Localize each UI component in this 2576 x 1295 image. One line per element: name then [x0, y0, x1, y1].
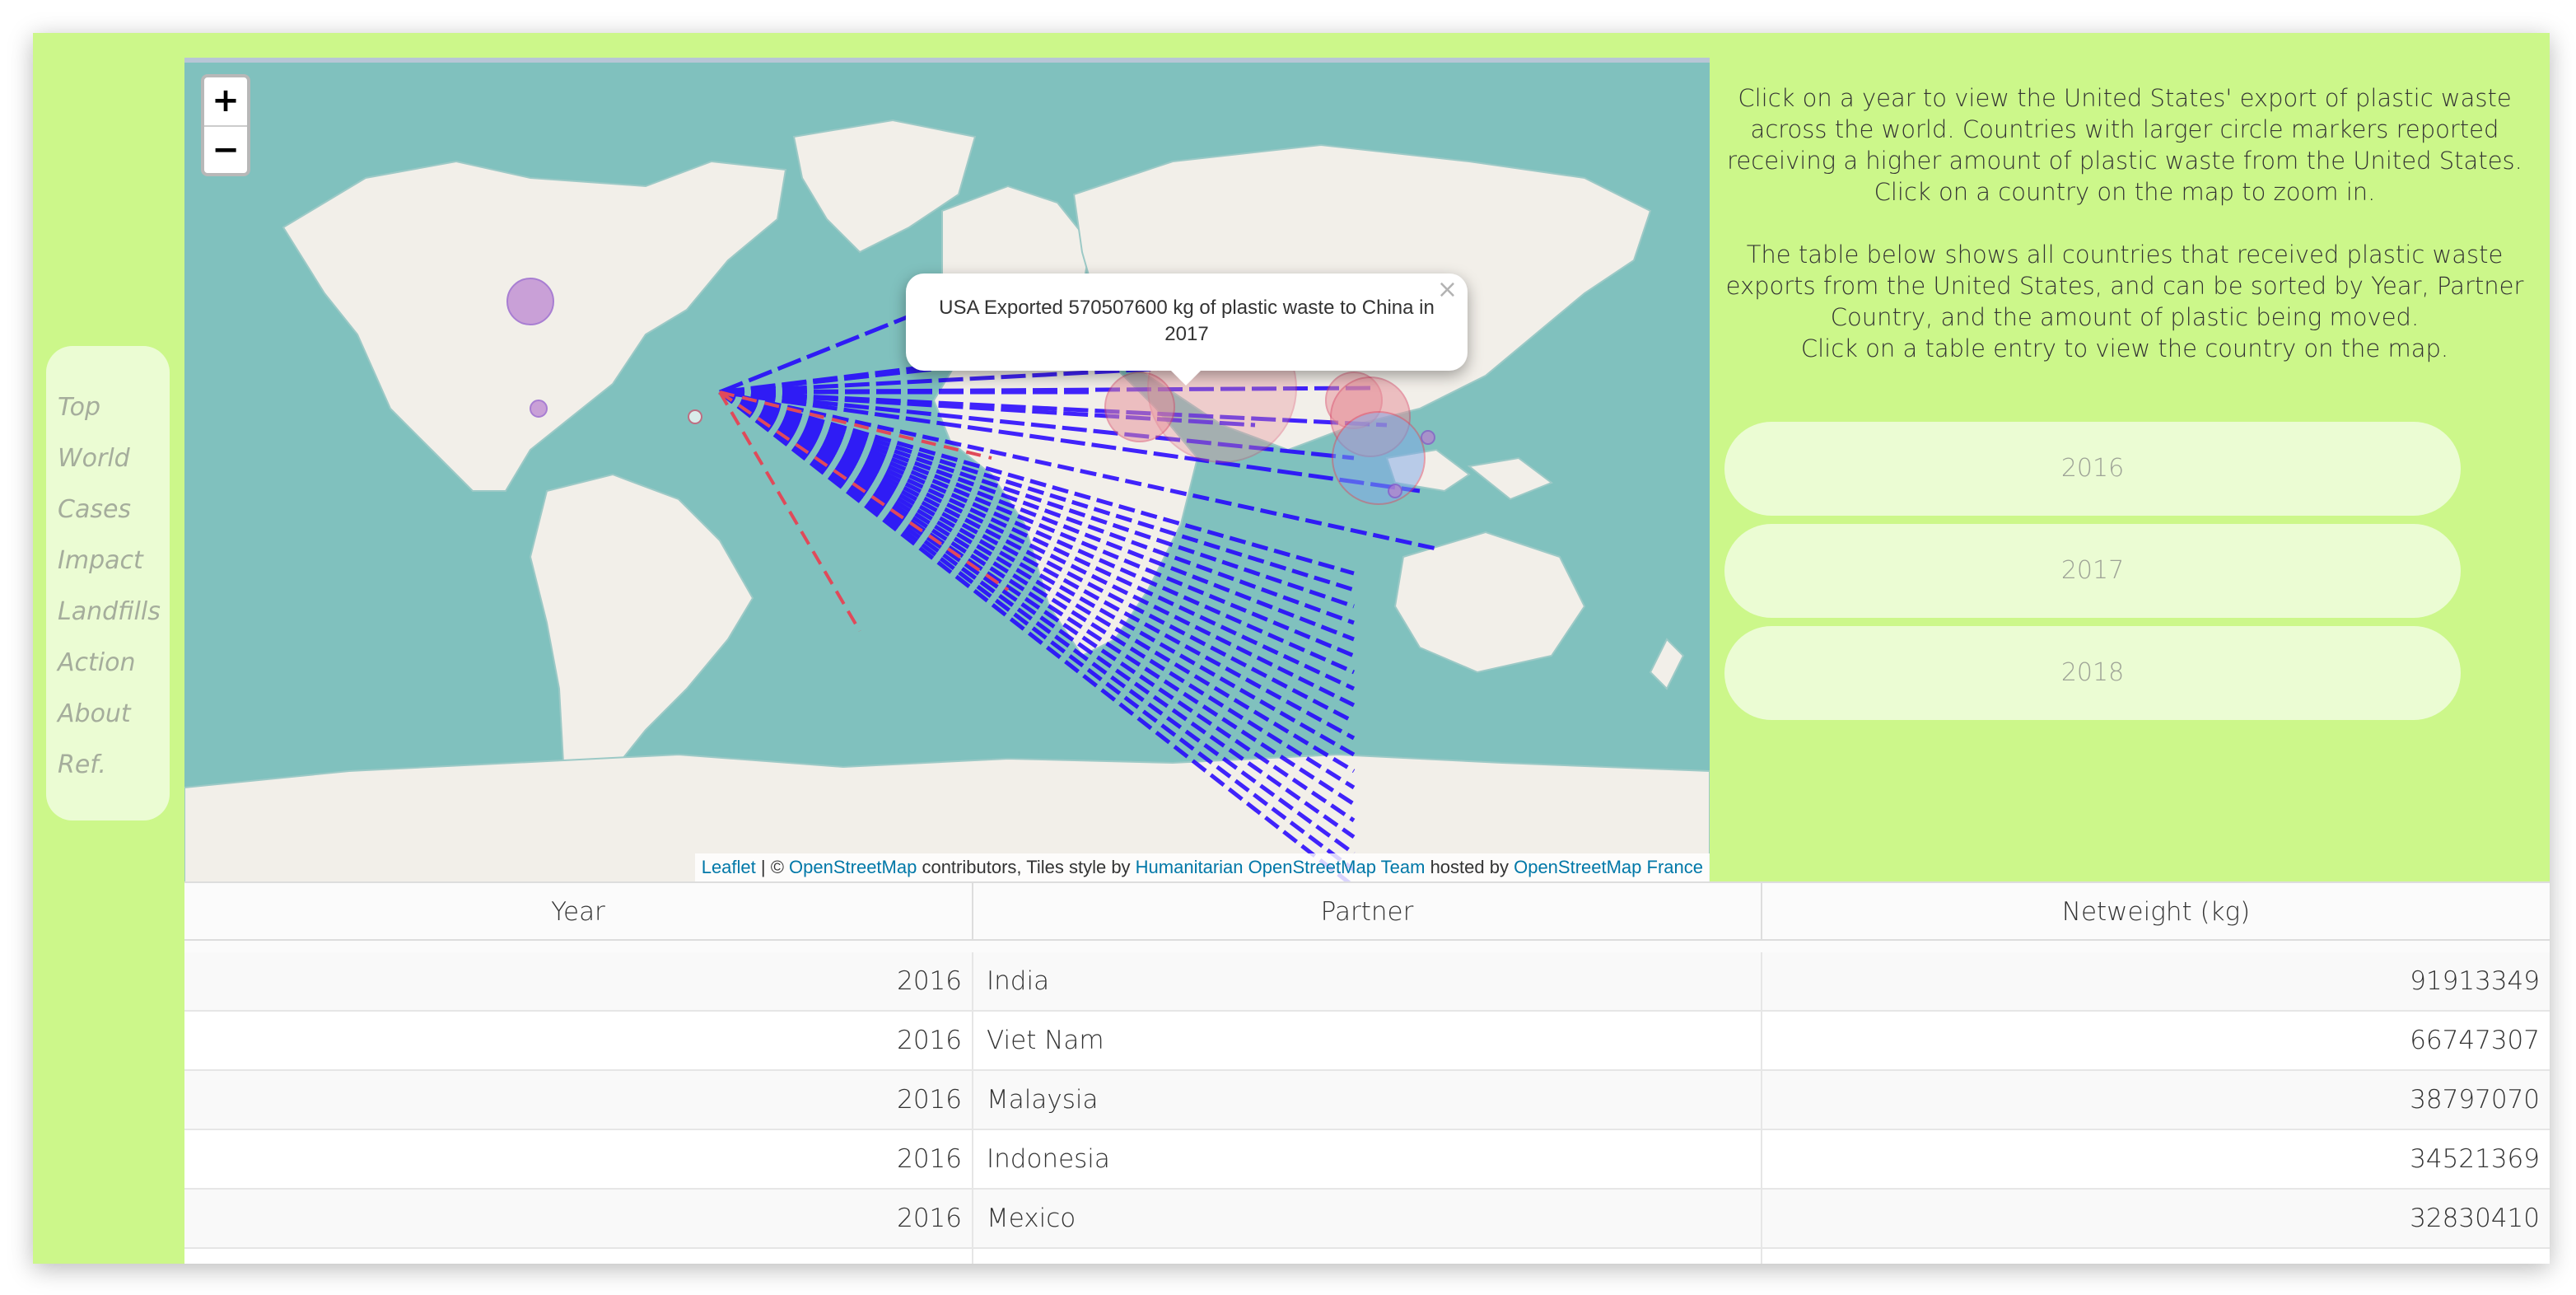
cell-partner: T: [973, 1249, 1762, 1264]
attribution-osm-link[interactable]: OpenStreetMap: [789, 857, 917, 877]
cell-year: 2016: [184, 1190, 973, 1247]
table-spacer: [184, 941, 2550, 952]
year-button-2017[interactable]: 2017: [1724, 524, 2461, 618]
nav-item-action[interactable]: Action: [46, 638, 170, 689]
cell-weight: 91913349: [2410, 966, 2540, 996]
nav-item-about[interactable]: About: [46, 689, 170, 740]
cell-weight: 66747307: [2410, 1026, 2540, 1055]
nav-item-ref[interactable]: Ref.: [46, 740, 170, 791]
exports-table: Year Partner Netweight (kg) 2016 India 9…: [184, 881, 2550, 1264]
cell-weight: 38797070: [2410, 1085, 2540, 1115]
table-row[interactable]: 2016 T: [184, 1249, 2550, 1264]
cell-weight: 32830410: [2410, 1204, 2540, 1233]
side-nav: Top World Cases Impact Landfills Action …: [46, 346, 170, 820]
column-header-year[interactable]: Year: [184, 883, 973, 939]
nav-item-impact[interactable]: Impact: [46, 535, 170, 587]
description-para2: The table below shows all countries that…: [1725, 241, 2524, 331]
year-button-2016[interactable]: 2016: [1724, 422, 2461, 516]
nav-item-cases[interactable]: Cases: [46, 484, 170, 535]
nav-item-world[interactable]: World: [46, 433, 170, 484]
nav-item-top[interactable]: Top: [46, 382, 170, 433]
cell-year: 2016: [184, 952, 973, 1010]
nav-item-landfills[interactable]: Landfills: [46, 587, 170, 638]
description-para1b: Click on a country on the map to zoom in…: [1874, 178, 2376, 206]
cell-year: 2016: [184, 1130, 973, 1188]
popup-text: USA Exported 570507600 kg of plastic was…: [939, 297, 1435, 345]
description-para1: Click on a year to view the United State…: [1727, 84, 2522, 175]
attribution-contrib: contributors, Tiles style by: [917, 857, 1136, 877]
zoom-out-button[interactable]: −: [204, 127, 247, 173]
table-row[interactable]: 2016 Mexico 32830410: [184, 1190, 2550, 1249]
popup-tip: [1169, 369, 1202, 386]
popup-close-button[interactable]: ×: [1437, 277, 1458, 303]
world-map[interactable]: + − USA Exported 570507600 kg of plastic…: [184, 58, 1710, 881]
map-attribution: Leaflet | © OpenStreetMap contributors, …: [694, 853, 1710, 881]
cell-year: 2016: [184, 1012, 973, 1069]
cell-year: 2016: [184, 1071, 973, 1129]
table-row[interactable]: 2016 Viet Nam 66747307: [184, 1012, 2550, 1071]
column-header-netweight[interactable]: Netweight (kg): [1762, 883, 2550, 939]
column-header-partner[interactable]: Partner: [973, 883, 1762, 939]
map-tiles[interactable]: [184, 63, 1710, 881]
table-row[interactable]: 2016 India 91913349: [184, 952, 2550, 1012]
table-row[interactable]: 2016 Malaysia 38797070: [184, 1071, 2550, 1130]
attribution-leaflet-link[interactable]: Leaflet: [702, 857, 756, 877]
cell-weight: [1762, 1249, 2550, 1264]
attribution-hosted: hosted by: [1425, 857, 1514, 877]
table-body: 2016 India 91913349 2016 Viet Nam 667473…: [184, 952, 2550, 1264]
year-button-2018[interactable]: 2018: [1724, 626, 2461, 720]
table-row[interactable]: 2016 Indonesia 34521369: [184, 1130, 2550, 1190]
attribution-osmfr-link[interactable]: OpenStreetMap France: [1514, 857, 1703, 877]
cell-partner: Mexico: [973, 1190, 1762, 1247]
attribution-hot-link[interactable]: Humanitarian OpenStreetMap Team: [1136, 857, 1426, 877]
cell-partner: Viet Nam: [973, 1012, 1762, 1069]
zoom-control: + −: [201, 74, 250, 176]
zoom-in-button[interactable]: +: [204, 77, 247, 127]
cell-year: 2016: [184, 1249, 973, 1264]
description-para2b: Click on a table entry to view the count…: [1800, 334, 2449, 362]
attribution-sep: | ©: [755, 857, 790, 877]
map-popup: USA Exported 570507600 kg of plastic was…: [906, 273, 1468, 386]
description-panel: Click on a year to view the United State…: [1721, 82, 2528, 395]
cell-partner: Malaysia: [973, 1071, 1762, 1129]
page-frame: Top World Cases Impact Landfills Action …: [33, 33, 2550, 1264]
cell-weight: 34521369: [2410, 1144, 2540, 1174]
cell-partner: India: [973, 952, 1762, 1010]
table-header: Year Partner Netweight (kg): [184, 881, 2550, 941]
cell-partner: Indonesia: [973, 1130, 1762, 1188]
